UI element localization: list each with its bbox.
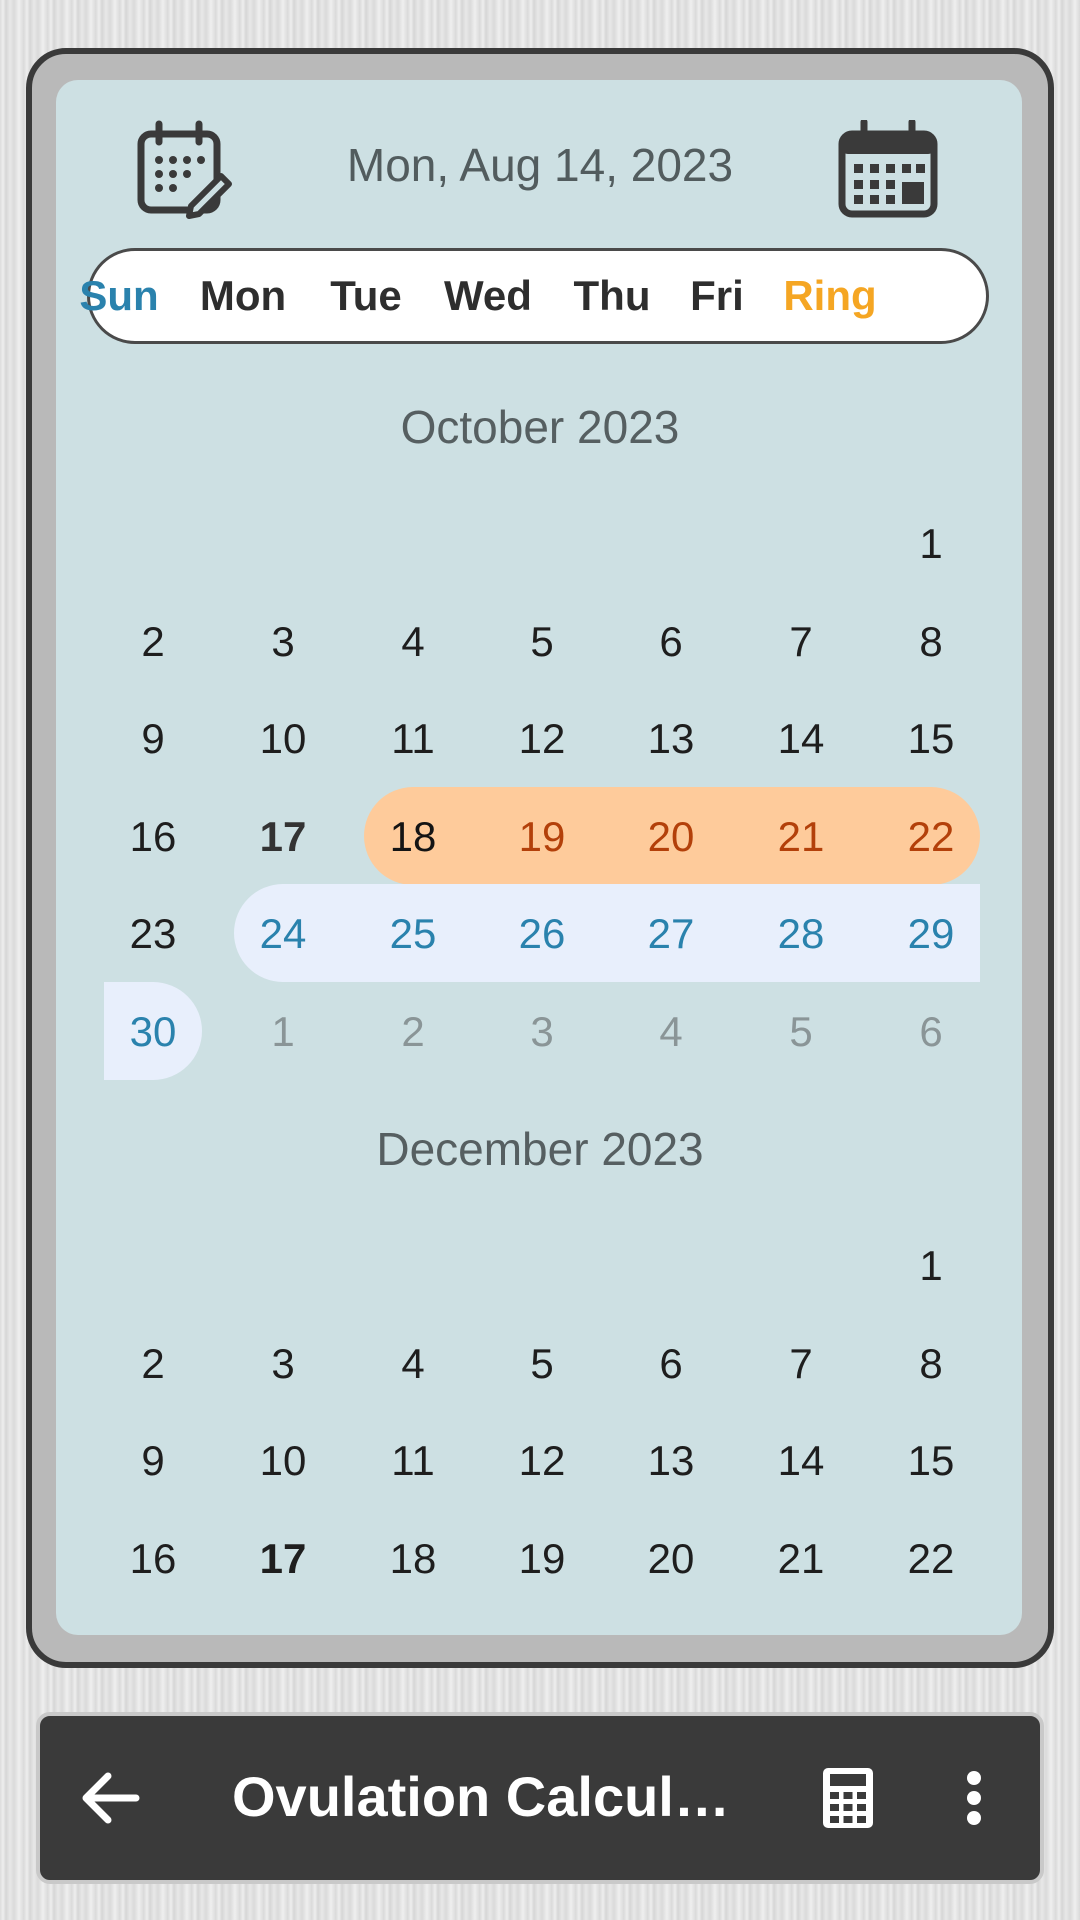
- calendar-day[interactable]: 3: [482, 1008, 602, 1056]
- calendar-day[interactable]: 20: [611, 813, 731, 861]
- calendar-day[interactable]: 12: [482, 1437, 602, 1485]
- calendar-day[interactable]: 1: [871, 520, 991, 568]
- calendar-day[interactable]: 7: [741, 1340, 861, 1388]
- calendar-day[interactable]: 9: [93, 1437, 213, 1485]
- calendar-day[interactable]: 4: [611, 1008, 731, 1056]
- app-title: Ovulation Calcul…: [232, 1765, 730, 1828]
- selected-date[interactable]: Mon, Aug 14, 2023: [240, 138, 840, 192]
- calendar-day[interactable]: 29: [871, 910, 991, 958]
- calendar-day[interactable]: 6: [611, 1340, 731, 1388]
- calendar-button[interactable]: [838, 120, 938, 220]
- weekday-thu: Thu: [573, 272, 651, 319]
- calculator-icon: [823, 1768, 873, 1828]
- calendar-day[interactable]: 4: [353, 1340, 473, 1388]
- weekday-ring: Ring: [783, 272, 877, 319]
- calendar-day[interactable]: 22: [871, 1535, 991, 1583]
- calendar-day[interactable]: 28: [741, 910, 861, 958]
- calendar-day[interactable]: 14: [741, 1437, 861, 1485]
- calendar-day[interactable]: 20: [611, 1535, 731, 1583]
- calendar-day[interactable]: 3: [223, 1340, 343, 1388]
- calculator-button[interactable]: [808, 1758, 888, 1838]
- calendar-day[interactable]: 27: [611, 910, 731, 958]
- weekday-fri: Fri: [690, 272, 744, 319]
- calendar-day[interactable]: 25: [353, 910, 473, 958]
- calendar-day[interactable]: 6: [611, 618, 731, 666]
- calendar-day[interactable]: 13: [611, 715, 731, 763]
- calendar-icon: [838, 120, 938, 218]
- calendar-day[interactable]: 22: [871, 813, 991, 861]
- calendar-day[interactable]: 4: [353, 618, 473, 666]
- calendar-day[interactable]: 3: [223, 618, 343, 666]
- weekday-mon: Mon: [199, 272, 287, 319]
- calendar-day[interactable]: 19: [482, 1535, 602, 1583]
- calendar-day[interactable]: 12: [482, 715, 602, 763]
- calendar-day[interactable]: 7: [741, 618, 861, 666]
- fertile-band: [234, 884, 980, 982]
- calendar-day[interactable]: 17: [223, 813, 343, 861]
- calendar-day[interactable]: 5: [482, 618, 602, 666]
- calendar-day[interactable]: 14: [741, 715, 861, 763]
- calendar-day[interactable]: 10: [223, 715, 343, 763]
- calendar-edit-icon: [137, 120, 232, 219]
- calendar-day[interactable]: 8: [871, 1340, 991, 1388]
- calendar-day[interactable]: 30: [93, 1008, 213, 1056]
- weekday-sun: Sun: [79, 272, 159, 319]
- calendar-day[interactable]: 6: [871, 1008, 991, 1056]
- calendar-day[interactable]: 2: [93, 1340, 213, 1388]
- month-title: October 2023: [400, 401, 680, 453]
- calendar-day[interactable]: 16: [93, 813, 213, 861]
- month-title: December 2023: [376, 1123, 704, 1175]
- calendar-day[interactable]: 15: [871, 715, 991, 763]
- more-vertical-icon: [967, 1771, 981, 1825]
- calendar-day[interactable]: 1: [223, 1008, 343, 1056]
- back-button[interactable]: [70, 1758, 150, 1838]
- calendar-day[interactable]: 18: [353, 1535, 473, 1583]
- calendar-day[interactable]: 21: [741, 1535, 861, 1583]
- calendar-day[interactable]: 5: [482, 1340, 602, 1388]
- more-options-button[interactable]: [944, 1758, 1004, 1838]
- calendar-day[interactable]: 5: [741, 1008, 861, 1056]
- calendar-day[interactable]: 11: [353, 715, 473, 763]
- calendar-day[interactable]: 23: [93, 910, 213, 958]
- calendar-day[interactable]: 2: [93, 618, 213, 666]
- edit-calendar-button[interactable]: [133, 120, 233, 220]
- calendar-day[interactable]: 9: [93, 715, 213, 763]
- calendar-day[interactable]: 16: [93, 1535, 213, 1583]
- calendar-day[interactable]: 2: [353, 1008, 473, 1056]
- calendar-day[interactable]: 26: [482, 910, 602, 958]
- arrow-back-icon: [82, 1772, 140, 1824]
- calendar-day[interactable]: 21: [741, 813, 861, 861]
- calendar-day[interactable]: 19: [482, 813, 602, 861]
- calendar-day[interactable]: 24: [223, 910, 343, 958]
- calendar-day[interactable]: 10: [223, 1437, 343, 1485]
- calendar-day[interactable]: 18: [353, 813, 473, 861]
- calendar-day[interactable]: 13: [611, 1437, 731, 1485]
- weekday-tue: Tue: [330, 272, 402, 319]
- calendar-day[interactable]: 8: [871, 618, 991, 666]
- weekday-wed: Wed: [444, 272, 532, 319]
- calendar-day[interactable]: 11: [353, 1437, 473, 1485]
- calendar-day[interactable]: 1: [871, 1242, 991, 1290]
- calendar-day[interactable]: 15: [871, 1437, 991, 1485]
- calendar-day[interactable]: 17: [223, 1535, 343, 1583]
